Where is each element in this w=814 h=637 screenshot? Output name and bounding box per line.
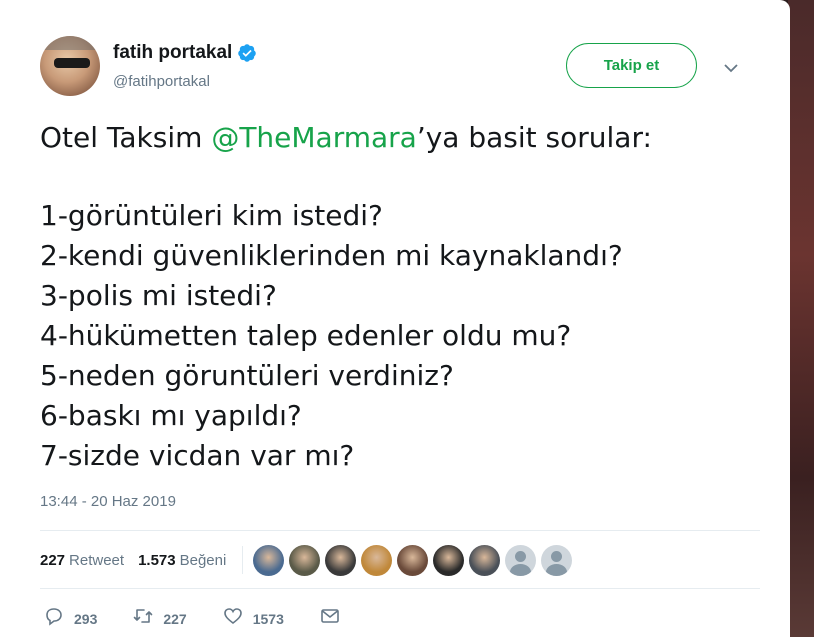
question-line: 7-sizde vicdan var mı?: [40, 439, 355, 472]
reply-button[interactable]: 293: [44, 606, 97, 631]
tweet-card: fatih portakal @fatihportakal Takip et O…: [0, 0, 790, 637]
question-line: 3-polis mi istedi?: [40, 279, 277, 312]
chevron-down-icon[interactable]: [724, 60, 738, 73]
author-name-row: fatih portakal: [113, 42, 257, 64]
retweet-label: Retweet: [69, 551, 125, 569]
liker-avatar[interactable]: [289, 544, 321, 576]
author-handle[interactable]: @fatihportakal: [113, 73, 210, 90]
likers-list: [253, 544, 573, 576]
author-display-name[interactable]: fatih portakal: [113, 42, 232, 64]
message-button[interactable]: [320, 606, 340, 631]
question-line: 2-kendi güvenliklerinden mi kaynaklandı?: [40, 239, 623, 272]
question-line: 6-baskı mı yapıldı?: [40, 399, 302, 432]
retweet-icon: [133, 606, 153, 631]
retweet-button[interactable]: 227: [133, 606, 187, 631]
tweet-timestamp[interactable]: 13:44 - 20 Haz 2019: [40, 493, 176, 510]
like-action-count: 1573: [252, 610, 284, 627]
retweet-count: 227: [40, 551, 66, 569]
retweet-action-count: 227: [163, 610, 187, 627]
background-image-edge: [788, 0, 814, 637]
heart-icon: [223, 606, 243, 631]
tweet-header: fatih portakal @fatihportakal Takip et: [40, 36, 760, 98]
tweet-actions: 293 227 1573: [44, 606, 376, 631]
divider: [40, 530, 760, 531]
stat-separator: [242, 546, 244, 574]
question-line: 4-hükümetten talep edenler oldu mu?: [40, 319, 572, 352]
follow-button[interactable]: Takip et: [566, 43, 697, 88]
envelope-icon: [320, 606, 340, 631]
divider: [40, 588, 760, 589]
liker-avatar[interactable]: [469, 544, 501, 576]
tweet-stats: 227 Retweet 1.573 Beğeni: [40, 544, 573, 576]
liker-avatar[interactable]: [397, 544, 429, 576]
like-stat[interactable]: 1.573 Beğeni: [138, 552, 226, 569]
author-avatar[interactable]: [40, 36, 100, 96]
liker-avatar[interactable]: [433, 544, 465, 576]
question-line: 1-görüntüleri kim istedi?: [40, 199, 383, 232]
liker-avatar[interactable]: [361, 544, 393, 576]
liker-avatar[interactable]: [505, 544, 537, 576]
question-line: 5-neden göruntüleri verdiniz?: [40, 359, 454, 392]
like-count: 1.573: [138, 551, 176, 569]
liker-avatar[interactable]: [325, 544, 357, 576]
liker-avatar[interactable]: [253, 544, 285, 576]
reply-icon: [44, 606, 64, 631]
tweet-text: Otel Taksim @TheMarmara’ya basit sorular…: [40, 118, 760, 476]
reply-count: 293: [74, 610, 98, 627]
tweet-intro-prefix: Otel Taksim: [40, 121, 212, 154]
tweet-intro-line: Otel Taksim @TheMarmara’ya basit sorular…: [40, 118, 760, 158]
verified-badge-icon: [237, 43, 257, 63]
retweet-stat[interactable]: 227 Retweet: [40, 552, 124, 569]
liker-avatar[interactable]: [541, 544, 573, 576]
like-button[interactable]: 1573: [223, 606, 284, 631]
mention-link[interactable]: @TheMarmara: [211, 121, 417, 154]
tweet-intro-suffix: ’ya basit sorular:: [416, 121, 652, 154]
like-label: Beğeni: [179, 551, 227, 569]
